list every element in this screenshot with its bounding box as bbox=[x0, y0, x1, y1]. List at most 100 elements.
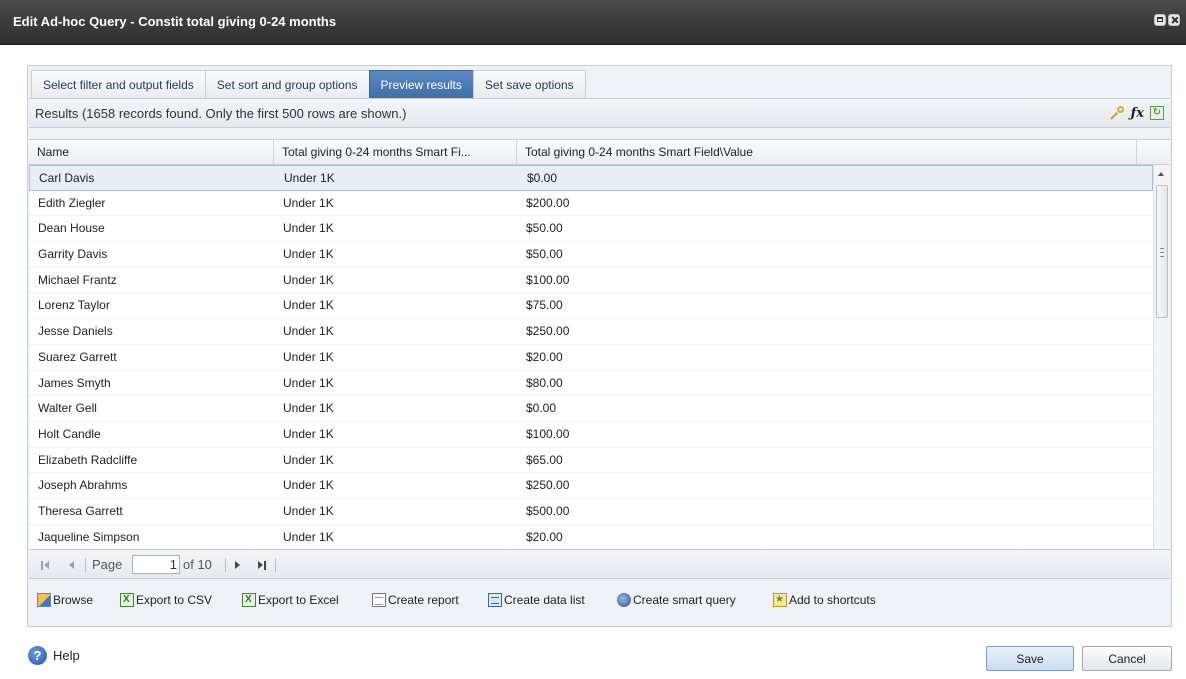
cell-name: Elizabeth Radcliffe bbox=[38, 452, 138, 467]
results-summary: Results (1658 records found. Only the fi… bbox=[35, 106, 407, 121]
cell-value: $200.00 bbox=[526, 195, 570, 210]
help-link[interactable]: ? Help bbox=[28, 646, 80, 665]
formula-fx-icon[interactable]: ƒx bbox=[1131, 106, 1144, 121]
cell-value: $65.00 bbox=[526, 452, 563, 467]
export-csv-label: Export to CSV bbox=[136, 593, 213, 607]
next-page-icon[interactable] bbox=[233, 561, 243, 570]
save-button[interactable]: Save bbox=[986, 646, 1074, 671]
key-icon[interactable] bbox=[1109, 105, 1125, 121]
column-header-smart-field[interactable]: Total giving 0-24 months Smart Fi... bbox=[274, 140, 517, 164]
results-grid: Name Total giving 0-24 months Smart Fi..… bbox=[29, 139, 1170, 550]
table-row[interactable]: Michael Frantz Under 1K $100.00 bbox=[29, 268, 1153, 294]
page-number-input[interactable] bbox=[132, 555, 180, 574]
help-label: Help bbox=[53, 648, 80, 663]
cell-value: $0.00 bbox=[527, 171, 558, 185]
tab-sort-group[interactable]: Set sort and group options bbox=[204, 70, 369, 100]
cell-smart-field: Under 1K bbox=[283, 324, 334, 339]
create-data-list-button[interactable]: Create data list bbox=[488, 580, 585, 620]
table-row[interactable]: Carl Davis Under 1K $0.00 bbox=[29, 165, 1153, 191]
shortcut-icon bbox=[773, 593, 787, 607]
tab-preview-results[interactable]: Preview results bbox=[368, 70, 473, 100]
cell-smart-field: Under 1K bbox=[283, 375, 334, 390]
create-smart-query-button[interactable]: Create smart query bbox=[617, 580, 736, 620]
table-row[interactable]: Theresa Garrett Under 1K $500.00 bbox=[29, 499, 1153, 525]
browse-icon bbox=[37, 593, 51, 607]
close-icon[interactable] bbox=[1168, 14, 1180, 26]
page-label: Page bbox=[92, 557, 123, 572]
query-panel: Select filter and output fields Set sort… bbox=[27, 65, 1172, 627]
previous-page-icon[interactable] bbox=[67, 561, 77, 570]
scroll-thumb[interactable] bbox=[1156, 185, 1168, 318]
cell-name: Michael Frantz bbox=[38, 272, 117, 287]
cell-value: $75.00 bbox=[526, 298, 563, 313]
add-to-shortcuts-label: Add to shortcuts bbox=[789, 593, 876, 607]
restore-icon[interactable] bbox=[1154, 14, 1166, 26]
cancel-button[interactable]: Cancel bbox=[1082, 646, 1172, 671]
data-list-icon bbox=[488, 593, 502, 607]
cell-smart-field: Under 1K bbox=[283, 503, 334, 518]
table-row[interactable]: Holt Candle Under 1K $100.00 bbox=[29, 422, 1153, 448]
cell-name: Walter Gell bbox=[38, 401, 97, 416]
first-page-icon[interactable] bbox=[41, 561, 51, 570]
last-page-icon[interactable] bbox=[258, 561, 268, 570]
tab-save-options[interactable]: Set save options bbox=[472, 70, 586, 100]
table-row[interactable]: Jesse Daniels Under 1K $250.00 bbox=[29, 319, 1153, 345]
excel-icon bbox=[120, 593, 134, 607]
cell-smart-field: Under 1K bbox=[283, 452, 334, 467]
export-excel-button[interactable]: Export to Excel bbox=[242, 580, 339, 620]
action-bar: Browse Export to CSV Export to Excel Cre… bbox=[29, 580, 1170, 620]
cell-name: Carl Davis bbox=[39, 171, 95, 185]
tab-select-filter-output[interactable]: Select filter and output fields bbox=[31, 70, 205, 100]
cell-smart-field: Under 1K bbox=[284, 171, 335, 185]
create-smart-query-label: Create smart query bbox=[633, 593, 736, 607]
browse-button[interactable]: Browse bbox=[37, 580, 93, 620]
wizard-tabs: Select filter and output fields Set sort… bbox=[31, 70, 586, 100]
table-row[interactable]: Edith Ziegler Under 1K $200.00 bbox=[29, 191, 1153, 217]
cell-name: Holt Candle bbox=[38, 426, 101, 441]
help-icon: ? bbox=[28, 646, 47, 665]
grid-header: Name Total giving 0-24 months Smart Fi..… bbox=[29, 140, 1170, 165]
cell-name: Dean House bbox=[38, 221, 105, 236]
cell-name: Suarez Garrett bbox=[38, 349, 117, 364]
smart-query-icon bbox=[617, 593, 631, 607]
table-row[interactable]: Suarez Garrett Under 1K $20.00 bbox=[29, 345, 1153, 371]
column-header-smart-field-value[interactable]: Total giving 0-24 months Smart Field\Val… bbox=[517, 140, 1137, 164]
table-row[interactable]: James Smyth Under 1K $80.00 bbox=[29, 371, 1153, 397]
create-report-button[interactable]: Create report bbox=[372, 580, 459, 620]
table-row[interactable]: Garrity Davis Under 1K $50.00 bbox=[29, 242, 1153, 268]
report-icon bbox=[372, 593, 386, 607]
cell-smart-field: Under 1K bbox=[283, 529, 334, 544]
cell-value: $500.00 bbox=[526, 503, 570, 518]
page-of-label: of 10 bbox=[183, 557, 212, 572]
cell-value: $100.00 bbox=[526, 272, 570, 287]
create-data-list-label: Create data list bbox=[504, 593, 585, 607]
table-row[interactable]: Lorenz Taylor Under 1K $75.00 bbox=[29, 293, 1153, 320]
vertical-scrollbar[interactable] bbox=[1153, 165, 1170, 550]
cell-smart-field: Under 1K bbox=[283, 349, 334, 364]
cell-name: Garrity Davis bbox=[38, 247, 108, 262]
results-bar: Results (1658 records found. Only the fi… bbox=[29, 98, 1170, 128]
cell-smart-field: Under 1K bbox=[283, 247, 334, 262]
table-row[interactable]: Dean House Under 1K $50.00 bbox=[29, 216, 1153, 243]
table-row[interactable]: Jaqueline Simpson Under 1K $20.00 bbox=[29, 525, 1153, 550]
cell-smart-field: Under 1K bbox=[283, 426, 334, 441]
cell-name: Edith Ziegler bbox=[38, 195, 106, 210]
cell-smart-field: Under 1K bbox=[283, 478, 334, 493]
cell-name: James Smyth bbox=[38, 375, 111, 390]
column-header-name[interactable]: Name bbox=[29, 140, 274, 164]
scroll-up-icon[interactable] bbox=[1158, 172, 1164, 176]
table-row[interactable]: Walter Gell Under 1K $0.00 bbox=[29, 396, 1153, 422]
table-row[interactable]: Joseph Abrahms Under 1K $250.00 bbox=[29, 473, 1153, 499]
cell-value: $80.00 bbox=[526, 375, 563, 390]
export-csv-button[interactable]: Export to CSV bbox=[120, 580, 212, 620]
title-bar: Edit Ad-hoc Query - Constit total giving… bbox=[0, 0, 1186, 45]
window-title: Edit Ad-hoc Query - Constit total giving… bbox=[13, 14, 337, 29]
cell-name: Jaqueline Simpson bbox=[38, 529, 140, 544]
cell-value: $0.00 bbox=[526, 401, 557, 416]
table-row[interactable]: Elizabeth Radcliffe Under 1K $65.00 bbox=[29, 448, 1153, 474]
refresh-icon[interactable]: ↻ bbox=[1150, 106, 1164, 120]
cell-smart-field: Under 1K bbox=[283, 298, 334, 313]
cell-name: Joseph Abrahms bbox=[38, 478, 128, 493]
export-excel-label: Export to Excel bbox=[258, 593, 339, 607]
add-to-shortcuts-button[interactable]: Add to shortcuts bbox=[773, 580, 876, 620]
